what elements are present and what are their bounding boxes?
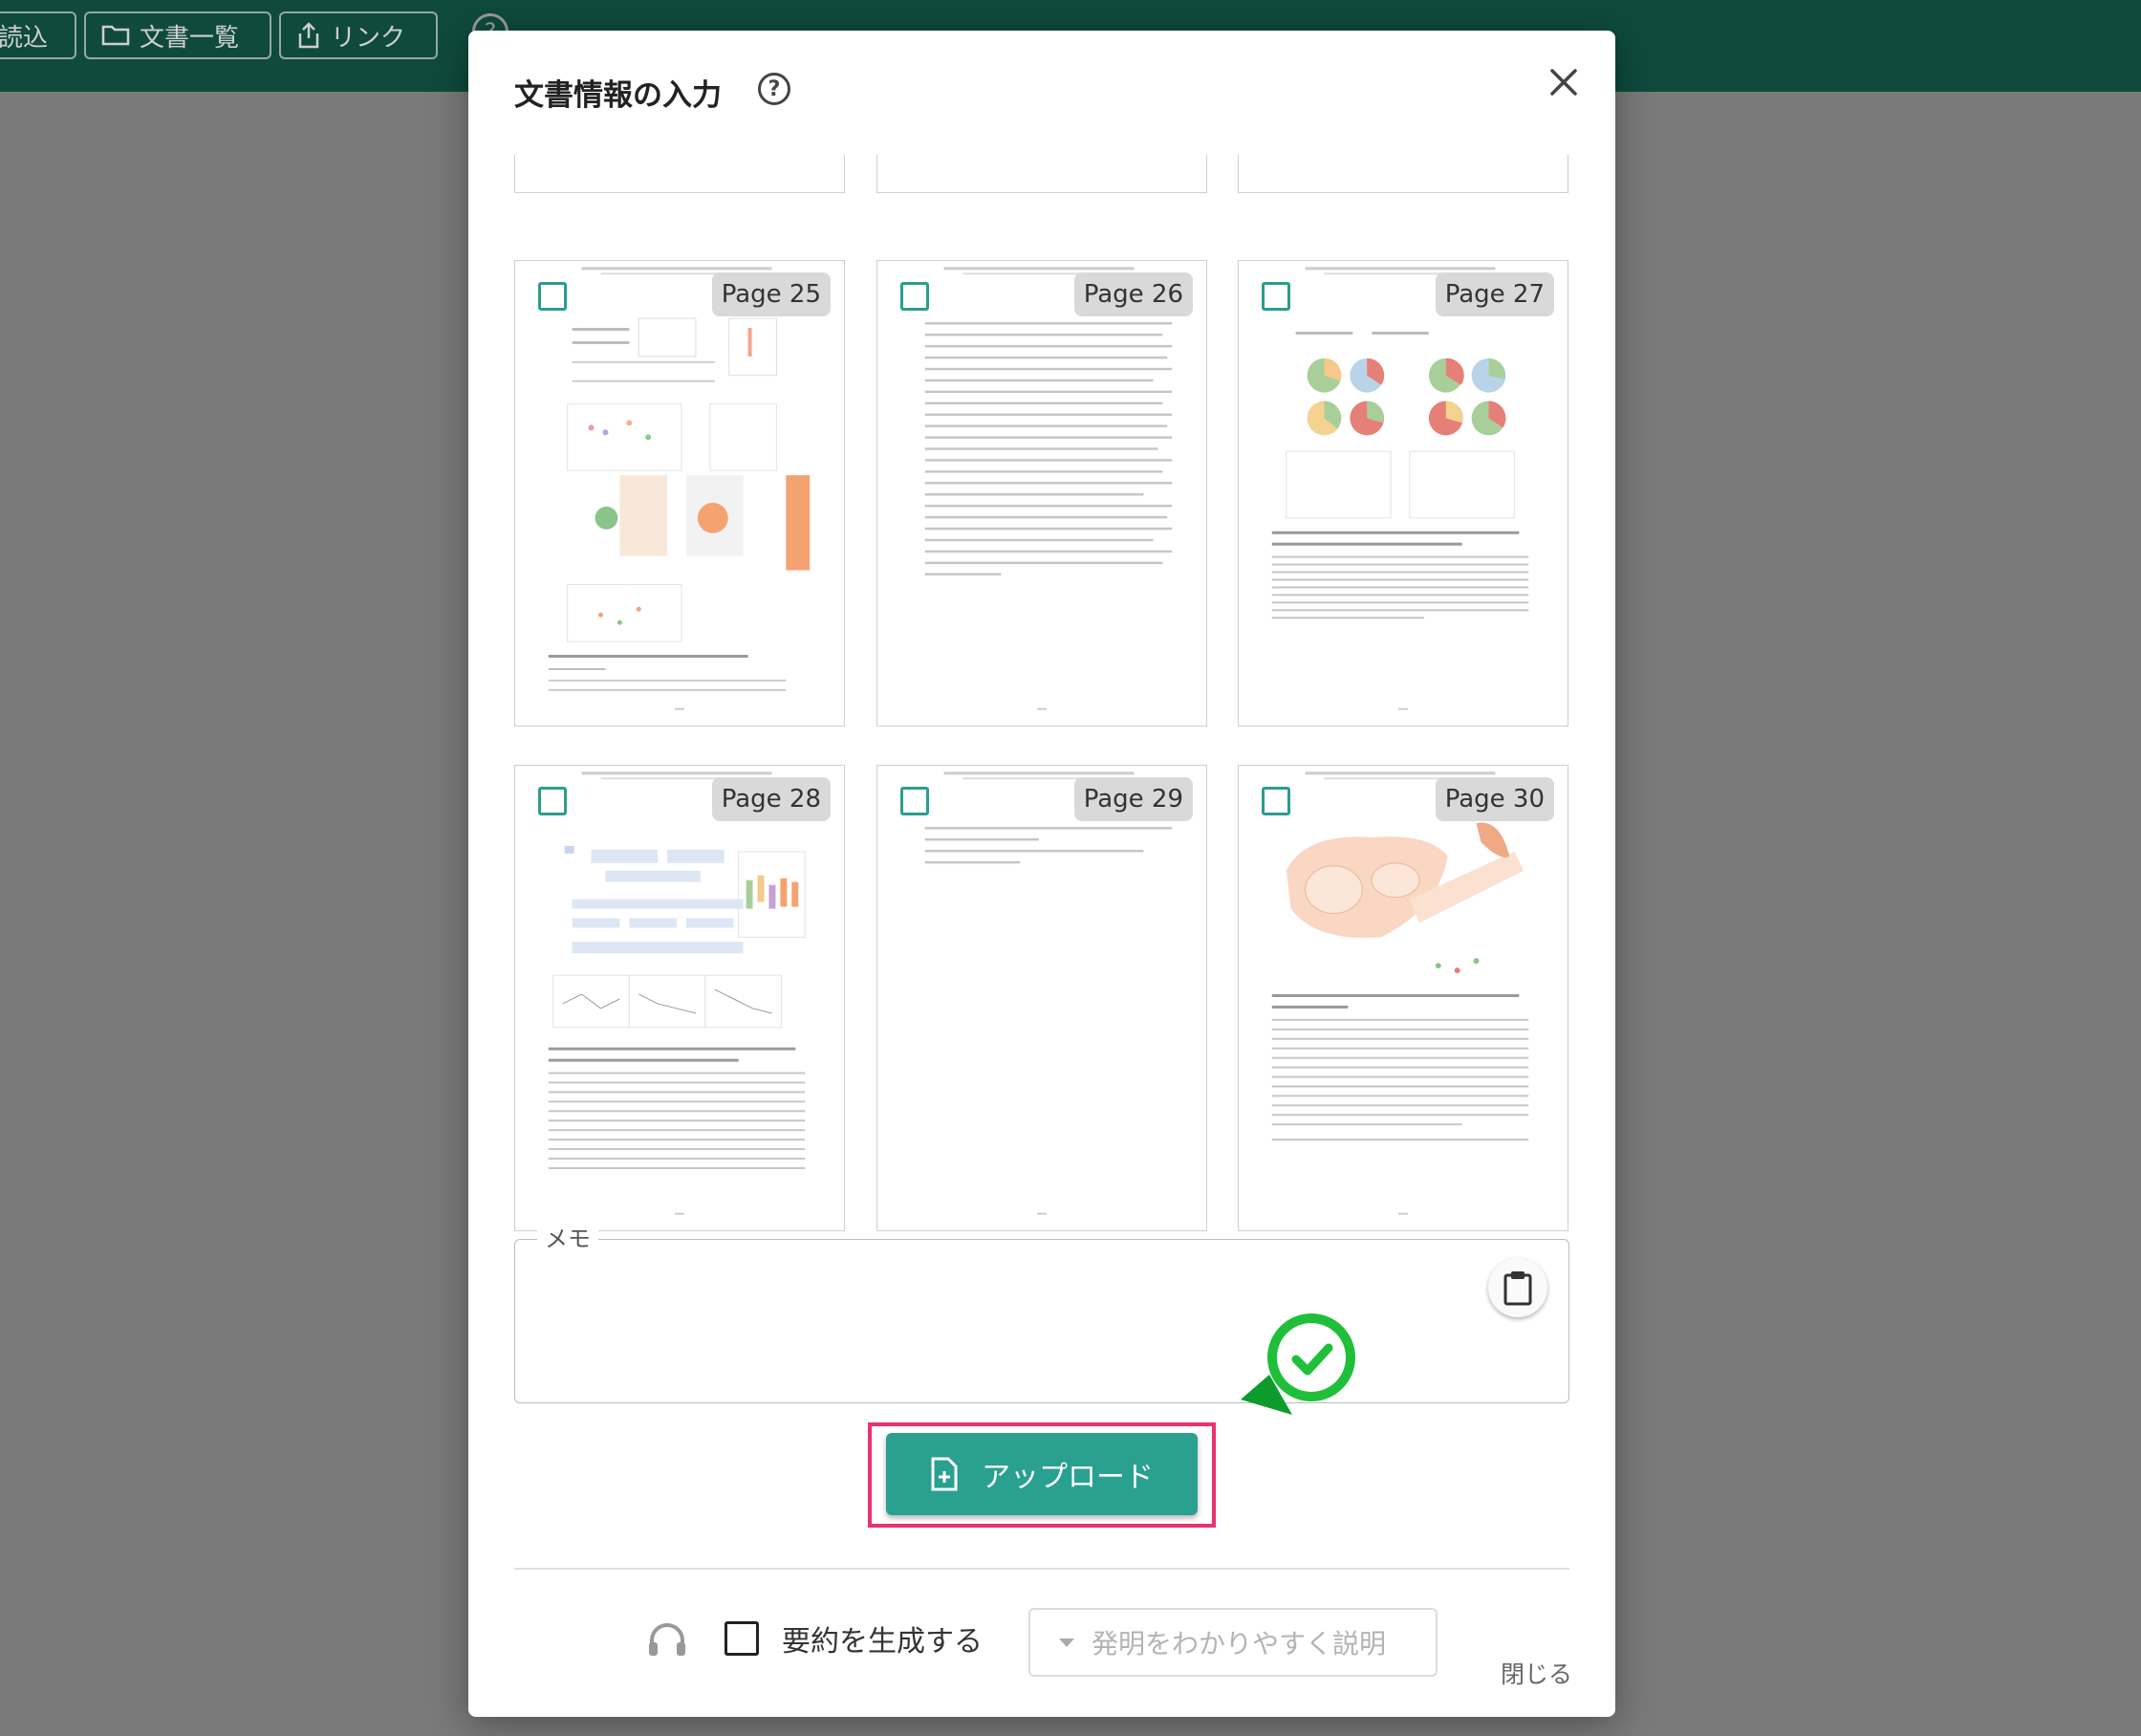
page-28-thumbnail: [548, 771, 806, 1215]
page-label-badge: Page 28: [711, 777, 831, 821]
page-card-29[interactable]: Page 29: [876, 765, 1207, 1231]
page-thumbnail-grid[interactable]: Page 25 Page 26 Page 27 Page 28 Page 29 …: [514, 155, 1569, 1235]
headset-icon: [649, 1623, 685, 1656]
page-30-thumbnail: [1271, 771, 1529, 1215]
memo-field[interactable]: [514, 1239, 1569, 1403]
document-list-label: 文書一覧: [140, 23, 240, 53]
share-icon: [298, 22, 319, 49]
page-card-28[interactable]: Page 28: [514, 765, 845, 1231]
page-25-thumbnail: [548, 267, 811, 710]
page-card-25[interactable]: Page 25: [514, 260, 845, 727]
paste-button[interactable]: [1488, 1258, 1547, 1317]
page-select-checkbox[interactable]: [900, 282, 929, 311]
page-card-partial[interactable]: [876, 155, 1207, 193]
page-select-checkbox[interactable]: [1262, 282, 1290, 311]
page-select-checkbox[interactable]: [538, 787, 567, 815]
page-select-checkbox[interactable]: [538, 282, 567, 311]
explanation-style-select[interactable]: 発明をわかりやすく説明: [1028, 1608, 1438, 1677]
page-label-badge: Page 29: [1073, 777, 1193, 821]
page-card-partial[interactable]: [1238, 155, 1568, 193]
page-label-badge: Page 26: [1073, 272, 1193, 316]
upload-button-label: アップロード: [982, 1461, 1154, 1494]
dialog-title: 文書情報の入力: [514, 78, 722, 113]
memo-label: メモ: [537, 1220, 598, 1253]
select-placeholder: 発明をわかりやすく説明: [1092, 1628, 1387, 1660]
help-icon[interactable]: ?: [758, 73, 790, 105]
close-link[interactable]: 閉じる: [1501, 1656, 1572, 1690]
upload-button[interactable]: アップロード: [886, 1433, 1198, 1515]
page-27-thumbnail: [1271, 267, 1529, 710]
page-card-30[interactable]: Page 30: [1238, 765, 1568, 1231]
page-label-badge: Page 30: [1435, 777, 1554, 821]
caret-down-icon: [1059, 1638, 1074, 1647]
page-card-27[interactable]: Page 27: [1238, 260, 1568, 727]
load-button[interactable]: 読込: [0, 11, 76, 59]
folder-icon: [101, 25, 130, 46]
page-card-partial[interactable]: [514, 155, 845, 193]
page-select-checkbox[interactable]: [900, 787, 929, 815]
page-card-26[interactable]: Page 26: [876, 260, 1207, 727]
page-label-badge: Page 25: [711, 272, 831, 316]
clipboard-icon: [1503, 1271, 1532, 1306]
document-list-button[interactable]: 文書一覧: [84, 11, 271, 59]
close-icon[interactable]: [1541, 59, 1587, 105]
success-check-icon: [1241, 1313, 1355, 1415]
generate-summary-checkbox[interactable]: [724, 1621, 759, 1656]
link-button-label: リンク: [331, 23, 406, 53]
document-info-dialog: 文書情報の入力 ? Page 25 Page 26 Page 27 Page 2…: [468, 31, 1615, 1717]
load-button-label: 読込: [0, 23, 49, 53]
link-button[interactable]: リンク: [279, 11, 438, 59]
page-select-checkbox[interactable]: [1262, 787, 1290, 815]
file-plus-icon: [931, 1457, 958, 1491]
page-26-thumbnail: [924, 267, 1173, 710]
page-label-badge: Page 27: [1435, 272, 1554, 316]
page-29-thumbnail: [924, 771, 1173, 1215]
generate-summary-label[interactable]: 要約を生成する: [782, 1617, 983, 1660]
divider: [514, 1568, 1569, 1570]
